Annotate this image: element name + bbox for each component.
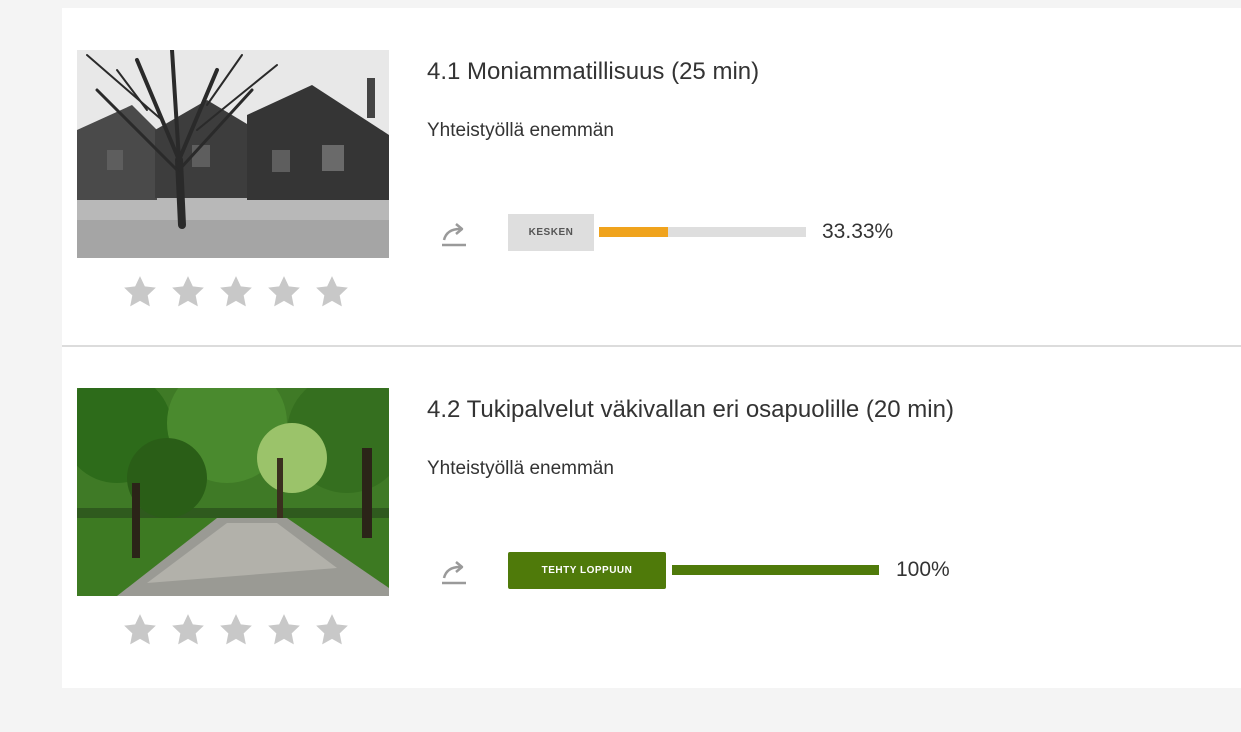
star-icon[interactable] (216, 610, 260, 654)
course-card: 4.2 Tukipalvelut väkivallan eri osapuoli… (0, 338, 1241, 668)
progress-bar-fill (599, 227, 668, 237)
course-thumbnail[interactable] (77, 50, 389, 258)
progress-bar-fill (672, 565, 879, 575)
course-subtitle: Yhteistyöllä enemmän (427, 458, 614, 479)
progress-percent: 33.33% (822, 220, 894, 243)
rating-stars[interactable] (120, 610, 360, 654)
course-title[interactable]: 4.1 Moniammatillisuus (25 min) (427, 58, 759, 86)
progress-bar (672, 565, 879, 575)
star-icon[interactable] (312, 610, 356, 654)
course-thumbnail[interactable] (77, 388, 389, 596)
progress-percent: 100% (896, 558, 950, 581)
star-icon[interactable] (120, 272, 164, 316)
share-icon[interactable] (438, 220, 470, 248)
star-icon[interactable] (216, 272, 260, 316)
star-icon[interactable] (264, 272, 308, 316)
status-badge: TEHTY LOPPUUN (508, 552, 666, 589)
course-title[interactable]: 4.2 Tukipalvelut väkivallan eri osapuoli… (427, 396, 954, 424)
share-icon[interactable] (438, 558, 470, 586)
progress-bar (599, 227, 806, 237)
rating-stars[interactable] (120, 272, 360, 316)
course-subtitle: Yhteistyöllä enemmän (427, 120, 614, 141)
course-card: 4.1 Moniammatillisuus (25 min) Yhteistyö… (0, 0, 1241, 330)
star-icon[interactable] (120, 610, 164, 654)
status-badge: KESKEN (508, 214, 594, 251)
star-icon[interactable] (168, 610, 212, 654)
star-icon[interactable] (312, 272, 356, 316)
star-icon[interactable] (264, 610, 308, 654)
star-icon[interactable] (168, 272, 212, 316)
